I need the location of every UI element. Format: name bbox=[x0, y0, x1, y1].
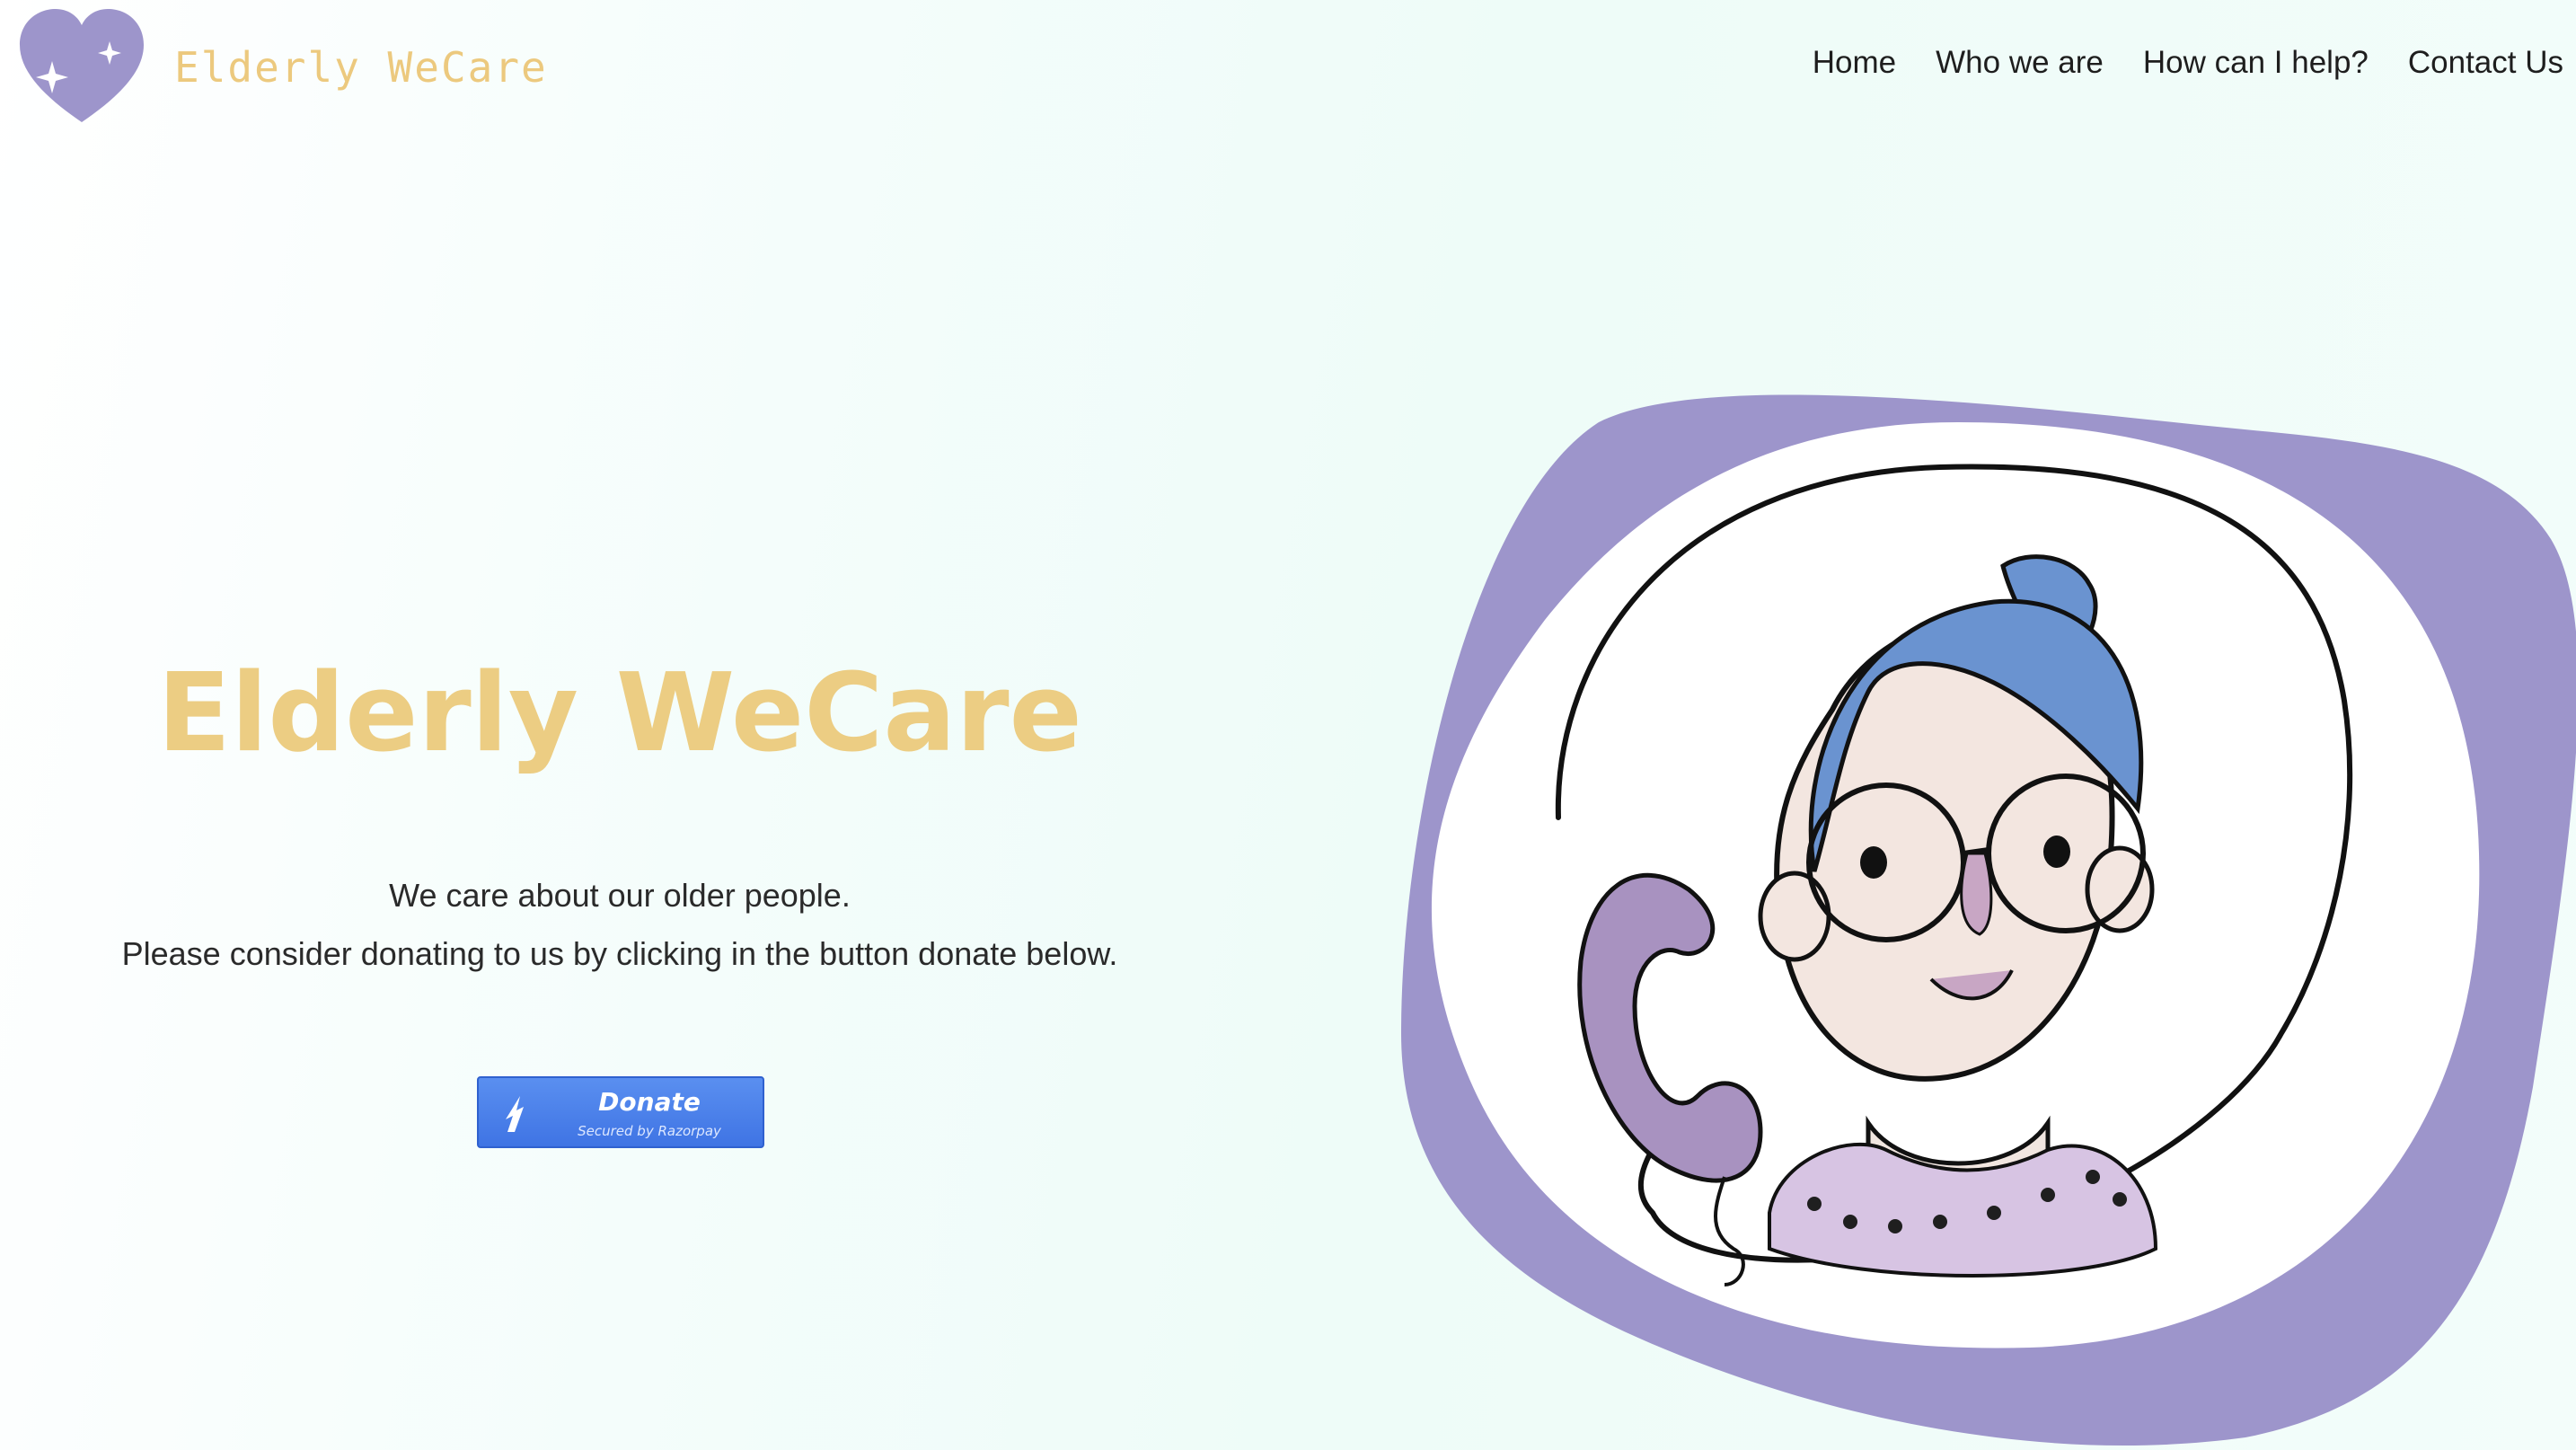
hero-donate-prompt: Please consider donating to us by clicki… bbox=[121, 935, 1118, 972]
main-nav: Home Who we are How can I help? Contact … bbox=[1813, 45, 2563, 81]
elderly-woman-phone-illustration bbox=[1401, 394, 2576, 1446]
site-header: Elderly WeCare Home Who we are How can I… bbox=[0, 0, 2576, 144]
razorpay-icon bbox=[506, 1096, 524, 1132]
donate-secured-by: Secured by Razorpay bbox=[578, 1123, 721, 1139]
nav-how-can-i-help[interactable]: How can I help? bbox=[2143, 45, 2369, 81]
donate-label: Donate bbox=[598, 1087, 701, 1117]
heart-logo-icon[interactable] bbox=[18, 7, 146, 128]
donate-button[interactable]: Donate Secured by Razorpay bbox=[477, 1076, 764, 1148]
nav-who-we-are[interactable]: Who we are bbox=[1936, 45, 2104, 81]
nav-home[interactable]: Home bbox=[1813, 45, 1896, 81]
hero-tagline: We care about our older people. bbox=[389, 877, 851, 914]
nav-contact-us[interactable]: Contact Us bbox=[2408, 45, 2563, 81]
brand-name[interactable]: Elderly WeCare bbox=[174, 43, 548, 92]
hero-title: Elderly WeCare bbox=[157, 651, 1082, 776]
